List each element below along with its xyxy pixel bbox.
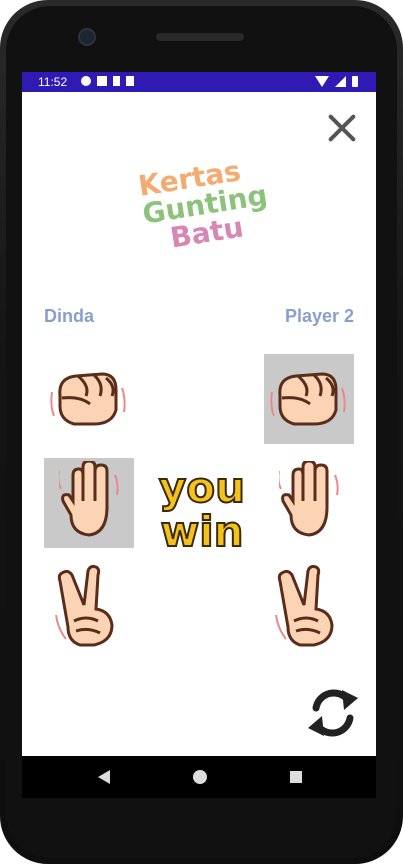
left-paper-button[interactable] bbox=[44, 458, 134, 548]
open-hand-icon bbox=[279, 461, 339, 537]
phone-frame: 11:52 Kertas Gunting Batu Dinda Player 2 bbox=[0, 0, 403, 864]
result-line-you: you bbox=[158, 463, 246, 512]
right-paper-button[interactable] bbox=[264, 458, 354, 548]
player-left-name: Dinda bbox=[44, 306, 95, 326]
result-line-win: win bbox=[159, 507, 244, 556]
right-scissors-button[interactable] bbox=[264, 562, 354, 652]
right-rock-button[interactable] bbox=[264, 354, 354, 444]
signal-icon bbox=[335, 76, 346, 87]
camera-icon bbox=[78, 28, 96, 46]
download-icon bbox=[113, 76, 120, 86]
sd-card-icon bbox=[126, 76, 134, 86]
refresh-icon[interactable] bbox=[304, 684, 362, 742]
result-text: you win bbox=[152, 463, 252, 556]
gear-icon bbox=[81, 76, 91, 86]
close-icon[interactable] bbox=[322, 108, 362, 148]
fist-icon bbox=[270, 372, 346, 426]
left-rock-button[interactable] bbox=[44, 354, 134, 444]
victory-hand-icon bbox=[55, 565, 114, 647]
victory-hand-icon bbox=[275, 565, 334, 647]
refresh-arrows-graphic bbox=[308, 689, 358, 737]
status-time: 11:52 bbox=[38, 75, 68, 89]
app-screen: 11:52 Kertas Gunting Batu Dinda Player 2 bbox=[22, 72, 376, 756]
left-scissors-button[interactable] bbox=[44, 562, 134, 652]
open-hand-icon bbox=[59, 461, 119, 537]
back-icon[interactable] bbox=[98, 770, 110, 784]
speaker-grille bbox=[156, 33, 244, 41]
navigation-bar bbox=[22, 756, 376, 798]
game-logo: Kertas Gunting Batu bbox=[132, 154, 270, 254]
fist-icon bbox=[50, 372, 126, 426]
battery-icon bbox=[352, 76, 358, 87]
home-icon[interactable] bbox=[193, 770, 207, 784]
recents-icon[interactable] bbox=[290, 771, 302, 783]
status-system-icons bbox=[315, 76, 358, 87]
wifi-icon bbox=[315, 76, 329, 87]
status-bar: 11:52 bbox=[22, 72, 376, 92]
player-right-name: Player 2 bbox=[284, 306, 354, 326]
status-notification-icons bbox=[81, 76, 134, 86]
image-icon bbox=[97, 76, 107, 86]
